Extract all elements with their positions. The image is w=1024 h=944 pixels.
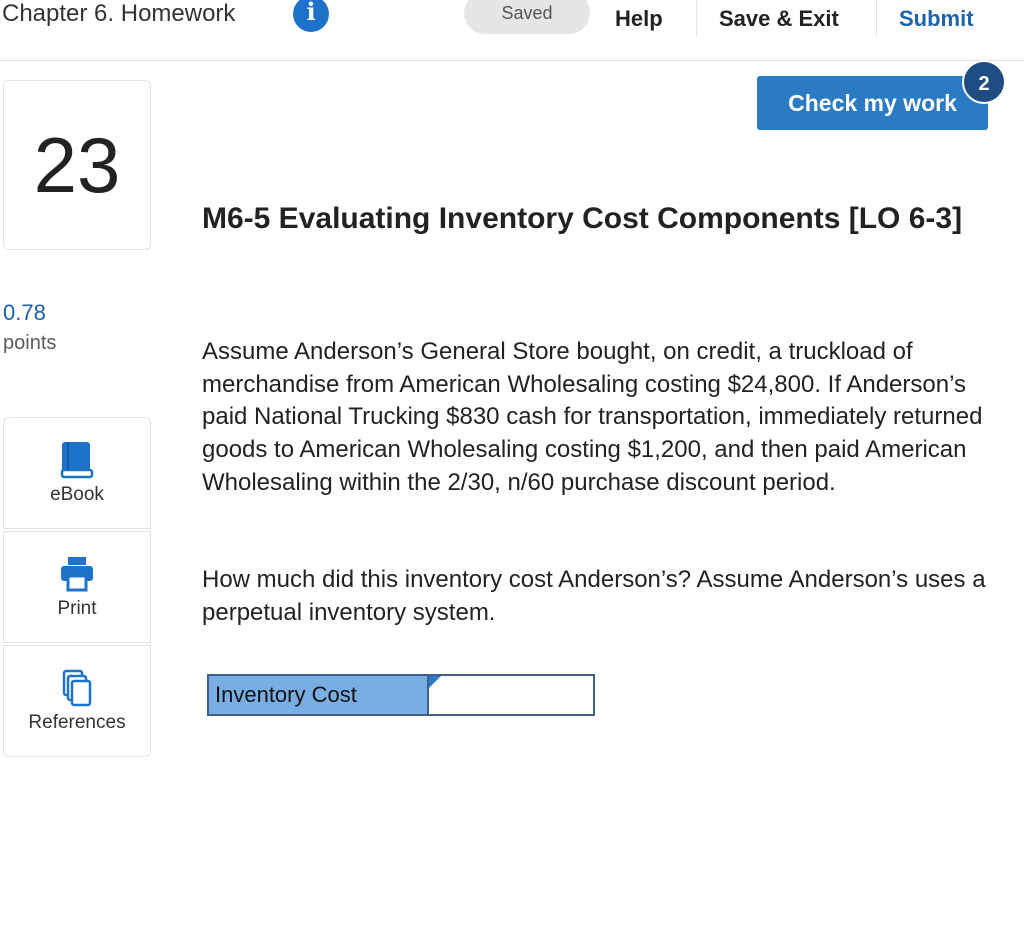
save-exit-button[interactable]: Save & Exit — [719, 4, 839, 34]
print-label: Print — [57, 598, 97, 619]
ebook-label: eBook — [50, 484, 104, 505]
book-icon — [60, 442, 94, 479]
question-prompt: How much did this inventory cost Anderso… — [202, 566, 986, 626]
top-bar: Chapter 6. Homework i Saved Help Save & … — [0, 0, 1024, 61]
info-icon[interactable]: i — [293, 0, 329, 32]
check-my-work-button[interactable]: Check my work — [757, 76, 988, 130]
check-attempts-badge: 2 — [962, 60, 1006, 104]
assignment-title: Chapter 6. Homework — [2, 0, 236, 27]
top-divider — [696, 0, 697, 36]
print-button[interactable]: Print — [3, 531, 151, 643]
top-divider — [876, 0, 877, 36]
references-button[interactable]: References — [3, 645, 151, 757]
inventory-cost-input[interactable] — [429, 676, 593, 714]
question-number: 23 — [33, 121, 121, 209]
documents-icon — [62, 669, 92, 707]
answer-table: Inventory Cost — [207, 674, 595, 716]
ebook-button[interactable]: eBook — [3, 417, 151, 529]
help-button[interactable]: Help — [615, 4, 663, 34]
question-title: M6-5 Evaluating Inventory Cost Component… — [202, 202, 963, 235]
question-paragraph: Assume Anderson’s General Store bought, … — [202, 338, 983, 496]
submit-button[interactable]: Submit — [899, 4, 974, 34]
question-number-box: 23 — [3, 80, 151, 250]
answer-cell — [429, 676, 593, 714]
points-label: points — [3, 332, 57, 354]
inventory-cost-label: Inventory Cost — [209, 676, 429, 714]
printer-icon — [61, 557, 93, 592]
references-label: References — [28, 712, 126, 733]
cell-marker-icon — [429, 676, 441, 688]
saved-status-badge: Saved — [464, 0, 590, 34]
points-value: 0.78 — [3, 300, 46, 325]
